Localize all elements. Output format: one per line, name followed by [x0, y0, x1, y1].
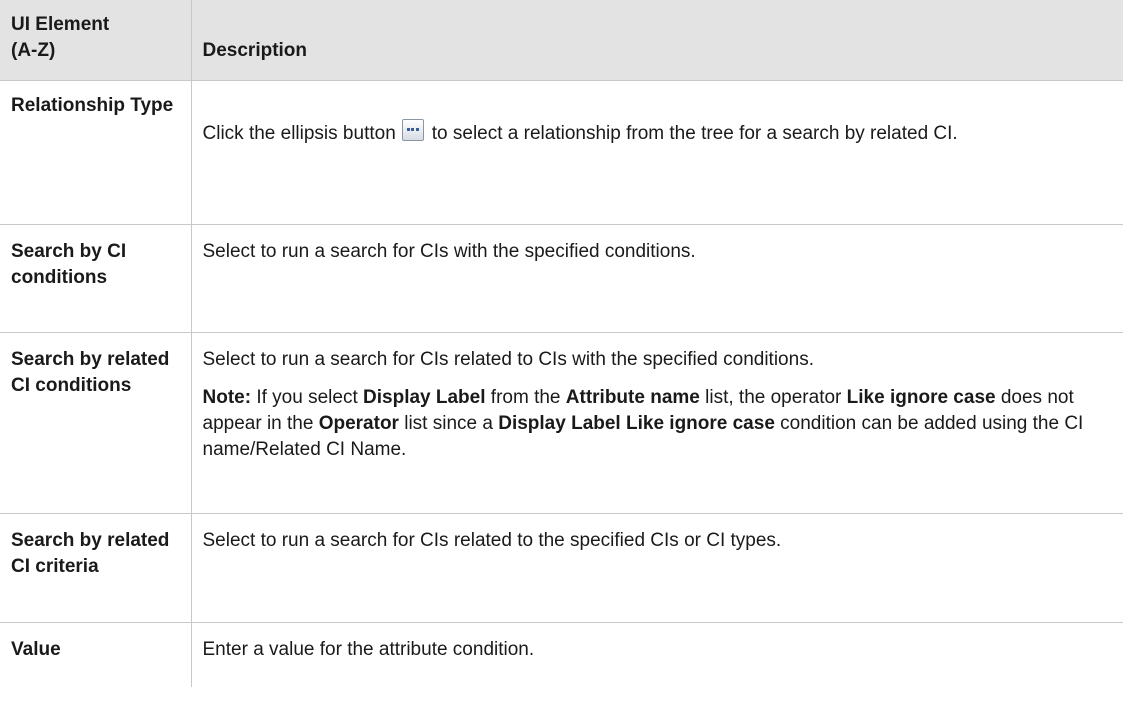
- row-element-name: Search by CI conditions: [0, 224, 191, 333]
- description-text: Select to run a search for CIs related t…: [202, 530, 782, 551]
- note-paragraph: Note: If you select Display Label from t…: [203, 385, 1112, 463]
- table-row: Search by related CI criteria Select to …: [0, 513, 1123, 623]
- ui-elements-table: UI Element (A-Z) Description Relationship…: [0, 0, 1123, 687]
- row-element-name: Search by related CI conditions: [0, 332, 191, 514]
- note-bold: Display Label: [363, 387, 486, 408]
- table-row: Relationship Type Click the ellipsis but…: [0, 80, 1123, 225]
- table-row: Search by related CI conditions Select t…: [0, 332, 1123, 514]
- note-bold: Like ignore case: [846, 387, 996, 408]
- note-label: Note:: [202, 387, 252, 408]
- table-row: Search by CI conditions Select to run a …: [0, 224, 1123, 333]
- row-element-name: Search by related CI criteria: [0, 513, 191, 623]
- header-ui-element-line2: (A-Z): [11, 40, 56, 61]
- row-description: Select to run a search for CIs with the …: [190, 224, 1123, 333]
- row-element-name: Relationship Type: [0, 80, 191, 225]
- note-bold: Display Label Like ignore case: [498, 413, 775, 434]
- row-description: Select to run a search for CIs related t…: [190, 332, 1123, 514]
- description-text: Click the ellipsis button: [202, 123, 396, 144]
- header-description: Description: [190, 0, 1123, 81]
- table-row: Value Enter a value for the attribute co…: [0, 622, 1123, 687]
- note-text: list, the operator: [705, 387, 842, 408]
- row-description: Enter a value for the attribute conditio…: [190, 622, 1123, 687]
- description-text: Enter a value for the attribute conditio…: [202, 639, 535, 660]
- note-bold: Operator: [318, 413, 399, 434]
- description-text: to select a relationship from the tree f…: [431, 123, 958, 144]
- note-text: from the: [490, 387, 561, 408]
- header-ui-element: UI Element (A-Z): [0, 0, 191, 81]
- description-text: Select to run a search for CIs with the …: [202, 241, 696, 262]
- row-element-name: Value: [11, 639, 61, 660]
- ellipsis-icon[interactable]: [401, 119, 424, 141]
- table-header-row: UI Element (A-Z) Description: [0, 0, 1123, 81]
- note-text: If you select: [256, 387, 358, 408]
- header-ui-element-line1: UI Element: [11, 14, 110, 35]
- note-text: list since a: [404, 413, 493, 434]
- row-description: Click the ellipsis button to select a rel…: [190, 80, 1123, 225]
- description-text: Select to run a search for CIs related t…: [202, 349, 814, 370]
- note-bold: Attribute name: [565, 387, 700, 408]
- row-description: Select to run a search for CIs related t…: [190, 513, 1123, 623]
